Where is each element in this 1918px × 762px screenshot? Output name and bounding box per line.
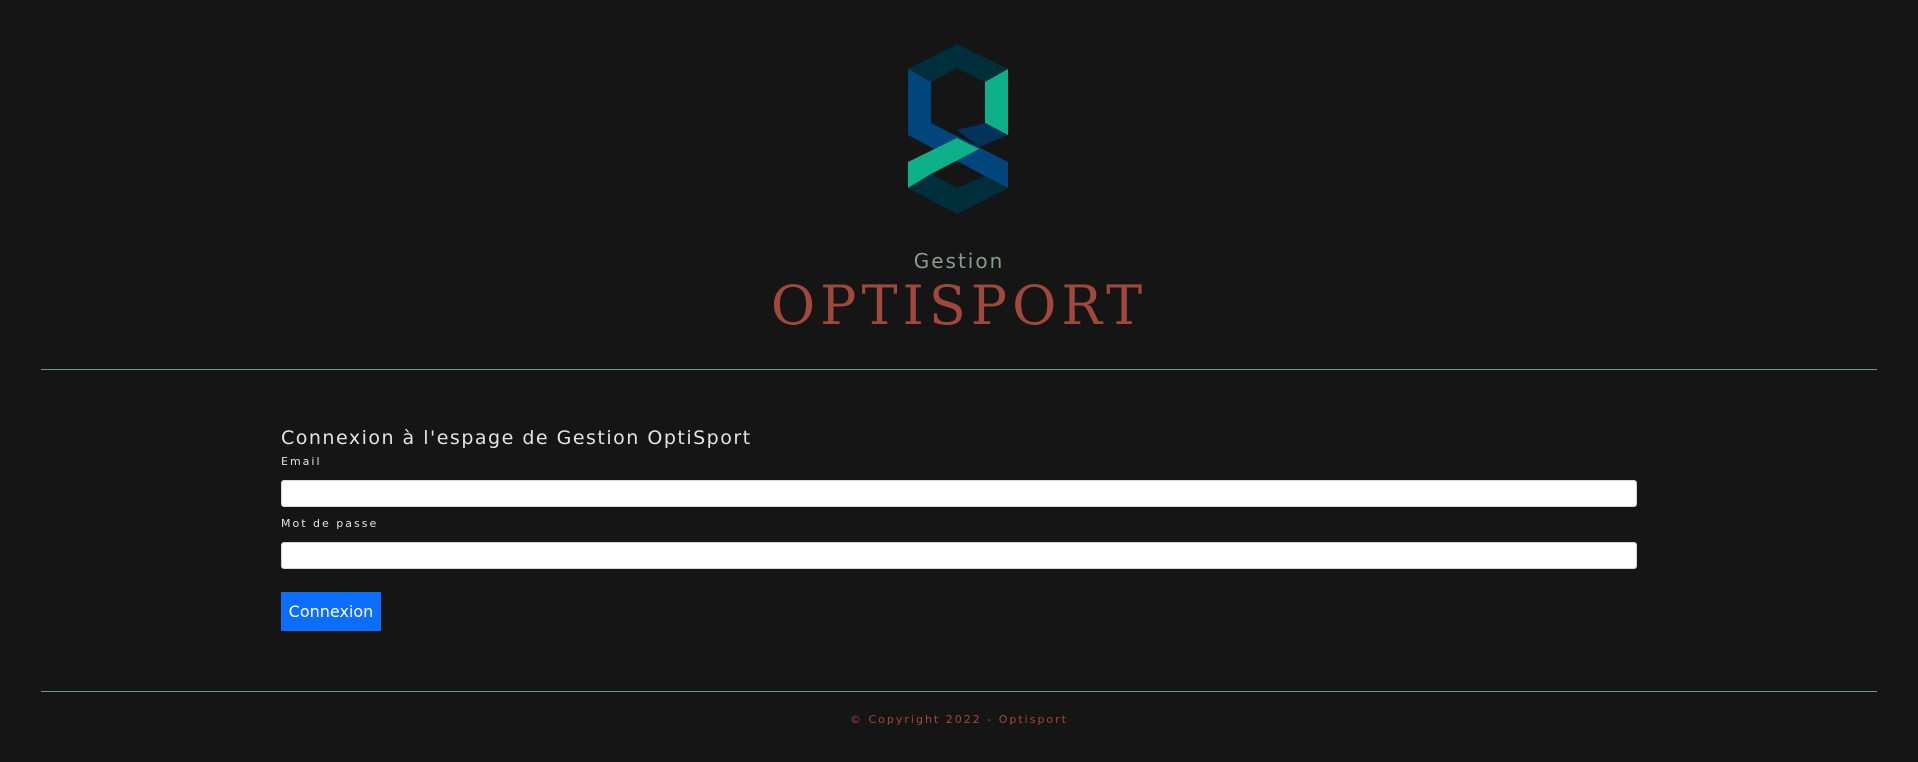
header-divider	[41, 369, 1877, 370]
email-label: Email	[281, 455, 322, 468]
optisport-logo-icon	[908, 44, 1008, 214]
password-label: Mot de passe	[281, 517, 379, 530]
login-form: Connexion à l'espage de Gestion OptiSpor…	[281, 425, 1637, 631]
brand-subtitle: Gestion	[913, 249, 1005, 273]
footer-divider	[41, 691, 1877, 692]
login-button[interactable]: Connexion	[281, 592, 381, 631]
footer-copyright: © Copyright 2022 - Optisport	[850, 713, 1068, 726]
login-page: Gestion OPTISPORT Connexion à l'espage d…	[0, 0, 1918, 762]
password-field[interactable]	[281, 542, 1637, 569]
brand-title: OPTISPORT	[770, 274, 1148, 337]
login-heading: Connexion à l'espage de Gestion OptiSpor…	[281, 427, 752, 449]
email-field[interactable]	[281, 480, 1637, 507]
